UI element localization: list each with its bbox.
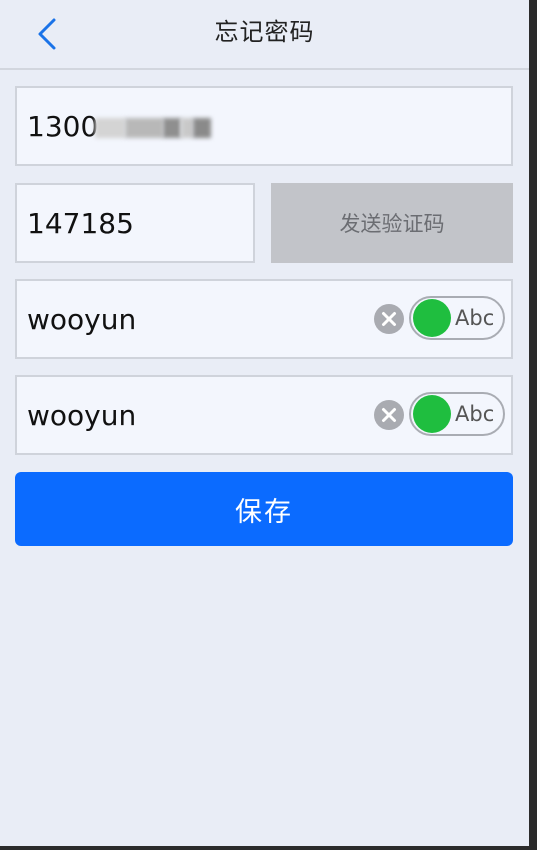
password-field[interactable]: Abc: [15, 279, 513, 359]
screen: 忘记密码 发送验证码 Abc: [0, 0, 529, 846]
password-input[interactable]: [27, 281, 357, 357]
page-title: 忘记密码: [214, 18, 315, 46]
save-button[interactable]: 保存: [15, 472, 513, 546]
send-code-button[interactable]: 发送验证码: [271, 183, 513, 263]
verification-code-input[interactable]: [27, 185, 247, 261]
clear-password-button[interactable]: [374, 304, 404, 334]
verification-code-field[interactable]: [15, 183, 255, 263]
nav-bar: 忘记密码: [0, 0, 529, 70]
show-password-toggle[interactable]: Abc: [409, 296, 505, 340]
show-confirm-password-toggle[interactable]: Abc: [409, 392, 505, 436]
phone-mask: [95, 118, 125, 138]
toggle-knob: [413, 299, 451, 337]
phone-mask: [181, 118, 193, 138]
clear-icon: [382, 408, 396, 422]
toggle-label: Abc: [455, 402, 495, 426]
clear-icon: [382, 312, 396, 326]
phone-mask: [125, 118, 163, 138]
phone-mask: [193, 118, 211, 138]
phone-mask: [163, 118, 181, 138]
clear-confirm-password-button[interactable]: [374, 400, 404, 430]
confirm-password-field[interactable]: Abc: [15, 375, 513, 455]
toggle-knob: [413, 395, 451, 433]
confirm-password-input[interactable]: [27, 377, 357, 453]
toggle-label: Abc: [455, 306, 495, 330]
phone-field[interactable]: [15, 86, 513, 166]
